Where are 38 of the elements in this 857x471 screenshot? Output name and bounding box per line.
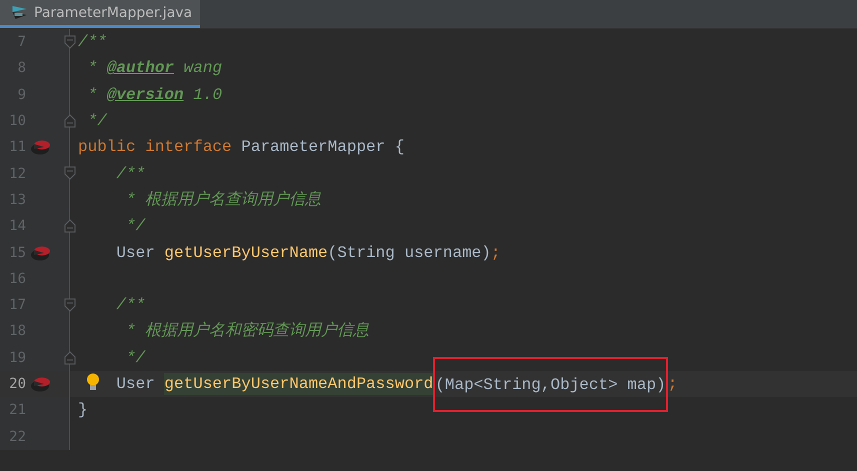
bird-icon[interactable] — [30, 139, 52, 156]
code-keyword: ; — [490, 242, 500, 264]
code-text: User — [116, 374, 156, 395]
light-bulb-icon[interactable] — [86, 372, 100, 391]
code-text: } — [78, 400, 88, 422]
code-text: (String username) — [328, 242, 491, 264]
code-comment: /** — [116, 295, 146, 316]
code-comment: */ — [126, 216, 146, 238]
code-comment: * 根据用户名查询用户信息 — [126, 190, 322, 211]
code-text: ParameterMapper { — [241, 137, 404, 158]
fold-icon[interactable] — [64, 166, 76, 180]
code-keyword: public interface — [78, 137, 233, 158]
code-comment: 1.0 — [193, 84, 222, 106]
fold-icon[interactable] — [64, 298, 76, 312]
bird-icon[interactable] — [30, 376, 52, 392]
fold-icon[interactable] — [64, 350, 76, 365]
fold-icon[interactable] — [64, 219, 76, 234]
code-comment: * 根据用户名和密码查询用户信息 — [126, 320, 370, 342]
code-keyword: ; — [668, 374, 678, 395]
doc-tag: @version — [106, 84, 184, 106]
line-number: 20 — [8, 376, 26, 392]
bird-icon[interactable] — [30, 244, 52, 261]
file-tab[interactable]: ParameterMapper.java — [0, 0, 200, 28]
fold-icon[interactable] — [64, 35, 76, 49]
code-comment: /** — [78, 32, 107, 54]
code-comment: */ — [126, 348, 146, 369]
code-text: (Map<String,Object> map) — [435, 376, 666, 394]
code-comment: */ — [88, 111, 107, 132]
code-comment: * — [88, 84, 98, 106]
highlighted-method-name: getUserByUserNameAndPassword — [164, 373, 434, 395]
method-name: getUserByUserName — [164, 242, 328, 264]
code-text: User — [116, 242, 156, 264]
doc-tag: @author — [106, 57, 174, 80]
code-comment: * — [88, 58, 98, 80]
interface-file-icon — [12, 5, 28, 20]
fold-icon[interactable] — [64, 114, 76, 128]
code-comment: wang — [184, 58, 222, 80]
code-comment: /** — [116, 164, 146, 185]
